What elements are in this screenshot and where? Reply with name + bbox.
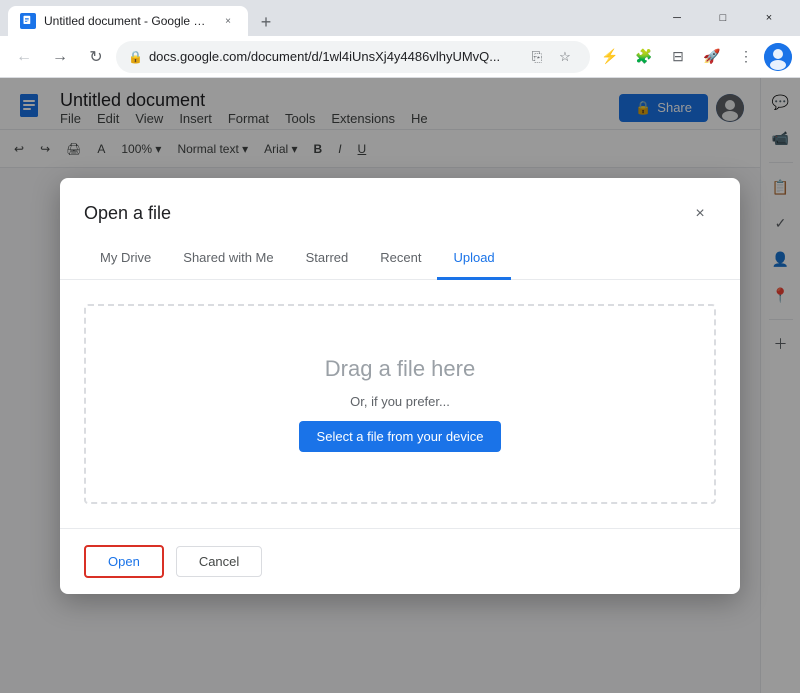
back-button[interactable]: ←	[8, 41, 40, 73]
reload-button[interactable]: ↻	[80, 41, 112, 73]
tab-upload[interactable]: Upload	[437, 238, 510, 280]
tab-favicon	[20, 13, 36, 29]
upload-drop-zone[interactable]: Drag a file here Or, if you prefer... Se…	[84, 304, 716, 504]
upload-main-text: Drag a file here	[325, 356, 475, 382]
cancel-button[interactable]: Cancel	[176, 546, 262, 577]
profile-avatar[interactable]	[764, 43, 792, 71]
menu-icon[interactable]: ⋮	[730, 41, 762, 73]
tab-title: Untitled document - Google Do...	[44, 14, 212, 28]
modal-overlay: Open a file × My Drive Shared with Me St…	[0, 78, 800, 693]
url-text: docs.google.com/document/d/1wl4iUnsXj4y4…	[149, 49, 518, 64]
tab-starred[interactable]: Starred	[290, 238, 365, 280]
tab-bar: Untitled document - Google Do... × +	[8, 0, 654, 36]
tab-recent[interactable]: Recent	[364, 238, 437, 280]
title-bar: Untitled document - Google Do... × + ─ □…	[0, 0, 800, 36]
page-content: Untitled document File Edit View Insert …	[0, 78, 800, 693]
address-bar: ← → ↻ 🔒 docs.google.com/document/d/1wl4i…	[0, 36, 800, 78]
select-file-button[interactable]: Select a file from your device	[299, 421, 502, 452]
url-actions: ⎘ ☆	[524, 44, 578, 70]
lock-icon: 🔒	[128, 50, 143, 64]
browser-toolbar: ⚡ 🧩 ⊟ 🚀 ⋮	[594, 41, 792, 73]
active-tab[interactable]: Untitled document - Google Do... ×	[8, 6, 248, 36]
upload-sub-text: Or, if you prefer...	[350, 394, 450, 409]
open-file-dialog: Open a file × My Drive Shared with Me St…	[60, 178, 740, 594]
new-tab-button[interactable]: +	[252, 8, 280, 36]
tab-my-drive[interactable]: My Drive	[84, 238, 167, 280]
maximize-button[interactable]: □	[700, 2, 746, 34]
window-controls: ─ □ ×	[654, 2, 792, 34]
dialog-body: Drag a file here Or, if you prefer... Se…	[60, 280, 740, 528]
minimize-button[interactable]: ─	[654, 2, 700, 34]
close-window-button[interactable]: ×	[746, 2, 792, 34]
dialog-footer: Open Cancel	[60, 528, 740, 594]
speedometer-icon[interactable]: 🚀	[696, 41, 728, 73]
bookmark-icon[interactable]: ☆	[552, 44, 578, 70]
extensions-icon[interactable]: ⚡	[594, 41, 626, 73]
dialog-header: Open a file ×	[60, 178, 740, 230]
sidebar-toggle-icon[interactable]: ⊟	[662, 41, 694, 73]
share-url-icon[interactable]: ⎘	[524, 44, 550, 70]
forward-button[interactable]: →	[44, 41, 76, 73]
dialog-title: Open a file	[84, 203, 171, 224]
url-bar[interactable]: 🔒 docs.google.com/document/d/1wl4iUnsXj4…	[116, 41, 590, 73]
tab-shared-with-me[interactable]: Shared with Me	[167, 238, 289, 280]
dialog-close-button[interactable]: ×	[684, 198, 716, 230]
open-button[interactable]: Open	[84, 545, 164, 578]
dialog-tabs: My Drive Shared with Me Starred Recent U…	[60, 238, 740, 280]
puzzle-icon[interactable]: 🧩	[628, 41, 660, 73]
tab-close-btn[interactable]: ×	[220, 13, 236, 29]
